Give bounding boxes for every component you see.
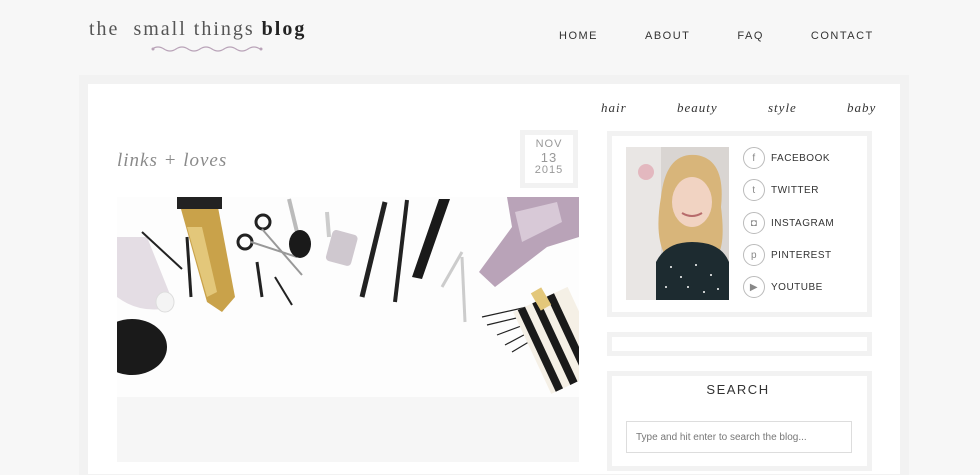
nav-faq[interactable]: FAQ [737, 30, 764, 42]
category-hair[interactable]: hair [601, 100, 627, 116]
nav-home[interactable]: HOME [559, 30, 598, 42]
social-link-youtube[interactable]: ▶ YOUTUBE [743, 276, 823, 298]
facebook-icon: f [743, 147, 765, 169]
post-date-box: NOV 13 2015 [520, 130, 578, 188]
author-photo[interactable] [626, 147, 729, 300]
logo-text-the: the [89, 18, 120, 40]
nav-contact[interactable]: CONTACT [811, 30, 874, 42]
category-style[interactable]: style [768, 100, 797, 116]
post-featured-image[interactable] [117, 197, 579, 462]
social-label: PINTEREST [771, 249, 832, 261]
social-label: FACEBOOK [771, 152, 831, 164]
social-link-instagram[interactable]: ◘ INSTAGRAM [743, 212, 834, 234]
category-beauty[interactable]: beauty [677, 100, 718, 116]
social-label: YOUTUBE [771, 281, 823, 293]
social-label: TWITTER [771, 184, 819, 196]
site-logo[interactable]: the small things blog [89, 18, 306, 41]
social-link-twitter[interactable]: t TWITTER [743, 179, 819, 201]
logo-text-blog: blog [261, 18, 307, 40]
instagram-icon: ◘ [743, 212, 765, 234]
sidebar-empty-widget [607, 332, 872, 356]
main-navigation: HOME ABOUT FAQ CONTACT [540, 30, 874, 42]
social-label: INSTAGRAM [771, 217, 835, 229]
search-input[interactable] [626, 421, 852, 453]
hair-tools-illustration [117, 197, 579, 462]
post-date-day: 13 [540, 150, 558, 165]
category-baby[interactable]: baby [847, 100, 876, 116]
twitter-icon: t [743, 179, 765, 201]
social-link-facebook[interactable]: f FACEBOOK [743, 147, 830, 169]
post-date-year: 2015 [534, 164, 564, 176]
pinterest-icon: p [743, 244, 765, 266]
social-link-pinterest[interactable]: p PINTEREST [743, 244, 832, 266]
youtube-icon: ▶ [743, 276, 765, 298]
author-portrait-image [626, 147, 729, 300]
post-title[interactable]: links + loves [117, 150, 227, 172]
logo-text-small-things: small things [133, 18, 255, 40]
logo-squiggle-decoration [151, 46, 263, 52]
search-title: SEARCH [706, 382, 770, 397]
nav-about[interactable]: ABOUT [645, 30, 690, 42]
